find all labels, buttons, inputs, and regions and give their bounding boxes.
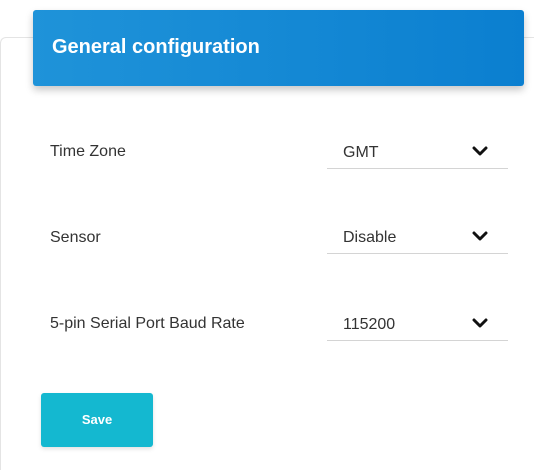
baud-rate-value: 115200: [343, 316, 396, 333]
baud-rate-label: 5-pin Serial Port Baud Rate: [50, 315, 245, 332]
config-header: General configuration: [33, 10, 524, 86]
chevron-down-icon: [472, 231, 488, 241]
chevron-down-icon: [472, 318, 488, 328]
save-button[interactable]: Save: [41, 393, 153, 447]
time-zone-label: Time Zone: [50, 143, 126, 160]
baud-rate-select[interactable]: 115200: [327, 309, 508, 341]
sensor-value: Disable: [343, 229, 397, 246]
time-zone-select[interactable]: GMT: [327, 137, 508, 169]
sensor-label: Sensor: [50, 229, 101, 246]
time-zone-value: GMT: [343, 144, 379, 161]
chevron-down-icon: [472, 146, 488, 156]
sensor-select[interactable]: Disable: [327, 222, 508, 254]
page-title: General configuration: [52, 36, 260, 58]
